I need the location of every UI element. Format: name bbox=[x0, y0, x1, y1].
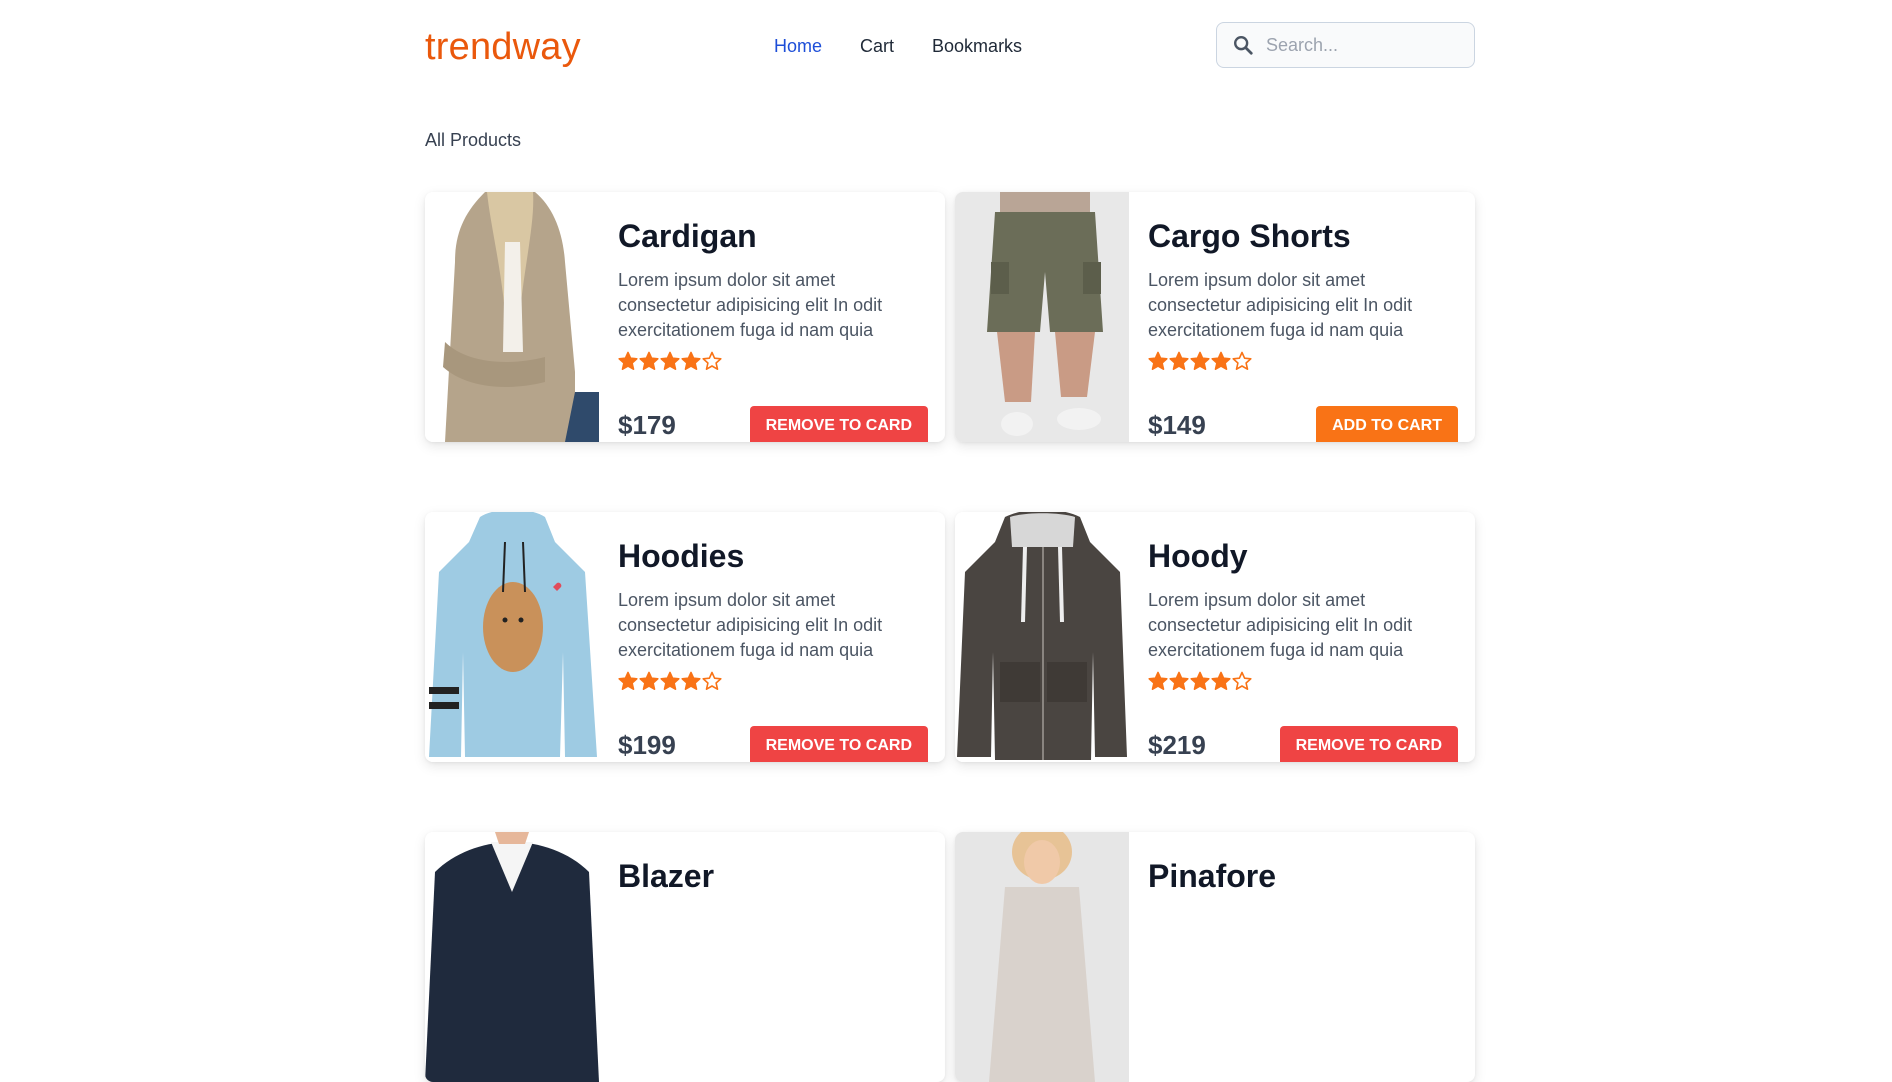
search-input[interactable] bbox=[1264, 33, 1458, 57]
star-filled-icon bbox=[618, 351, 638, 370]
star-filled-icon bbox=[1211, 351, 1231, 370]
nav-cart[interactable]: Cart bbox=[860, 36, 894, 57]
rating-stars bbox=[618, 671, 928, 693]
product-name[interactable]: Hoody bbox=[1148, 536, 1458, 576]
product-name[interactable]: Cardigan bbox=[618, 216, 928, 256]
star-filled-icon bbox=[639, 351, 659, 370]
product-name[interactable]: Blazer bbox=[618, 856, 928, 896]
product-description: Lorem ipsum dolor sit amet consectetur a… bbox=[618, 270, 883, 340]
search-icon bbox=[1234, 36, 1253, 55]
product-image-blazer[interactable] bbox=[425, 832, 599, 1082]
product-image-hoodies[interactable] bbox=[425, 512, 599, 762]
rating-stars bbox=[1148, 671, 1458, 693]
product-description: Lorem ipsum dolor sit amet consectetur a… bbox=[1148, 590, 1413, 660]
star-empty-icon bbox=[1232, 671, 1252, 690]
product-info: Pinafore bbox=[1148, 856, 1458, 896]
price-row: $179 REMOVE TO CARD bbox=[618, 406, 928, 442]
remove-from-cart-button[interactable]: REMOVE TO CARD bbox=[749, 406, 928, 442]
section-title: All Products bbox=[425, 130, 522, 150]
nav-home[interactable]: Home bbox=[774, 36, 822, 57]
page: trendway Home Cart Bookmarks All Product… bbox=[0, 0, 1892, 1082]
star-empty-icon bbox=[1232, 351, 1252, 370]
product-info: Cardigan Lorem ipsum dolor sit amet cons… bbox=[618, 216, 928, 442]
product-description: Lorem ipsum dolor sit amet consectetur a… bbox=[618, 590, 883, 660]
product-image-cargo-shorts[interactable] bbox=[955, 192, 1129, 442]
remove-from-cart-button[interactable]: REMOVE TO CARD bbox=[749, 726, 928, 762]
product-description: Lorem ipsum dolor sit amet consectetur a… bbox=[1148, 270, 1413, 340]
product-name[interactable]: Cargo Shorts bbox=[1148, 216, 1458, 256]
star-filled-icon bbox=[1148, 671, 1168, 690]
star-filled-icon bbox=[681, 671, 701, 690]
product-image-pinafore[interactable] bbox=[955, 832, 1129, 1082]
product-image-cardigan[interactable] bbox=[425, 192, 599, 442]
product-card[interactable]: Cargo Shorts Lorem ipsum dolor sit amet … bbox=[955, 192, 1475, 442]
star-filled-icon bbox=[660, 351, 680, 370]
add-to-cart-button[interactable]: ADD TO CART bbox=[1316, 406, 1458, 442]
product-card[interactable]: Hoodies Lorem ipsum dolor sit amet conse… bbox=[425, 512, 945, 762]
star-empty-icon bbox=[702, 671, 722, 690]
product-price: $219 bbox=[1148, 730, 1206, 760]
main-nav: Home Cart Bookmarks bbox=[774, 36, 1060, 57]
product-name[interactable]: Pinafore bbox=[1148, 856, 1458, 896]
product-card[interactable]: Blazer bbox=[425, 832, 945, 1082]
star-filled-icon bbox=[1148, 351, 1168, 370]
star-filled-icon bbox=[681, 351, 701, 370]
star-empty-icon bbox=[702, 351, 722, 370]
product-info: Blazer bbox=[618, 856, 928, 896]
star-filled-icon bbox=[1169, 671, 1189, 690]
star-filled-icon bbox=[1211, 671, 1231, 690]
star-filled-icon bbox=[1190, 671, 1210, 690]
star-filled-icon bbox=[1190, 351, 1210, 370]
product-info: Hoodies Lorem ipsum dolor sit amet conse… bbox=[618, 536, 928, 762]
product-card[interactable]: Cardigan Lorem ipsum dolor sit amet cons… bbox=[425, 192, 945, 442]
remove-from-cart-button[interactable]: REMOVE TO CARD bbox=[1279, 726, 1458, 762]
price-row: $219 REMOVE TO CARD bbox=[1148, 726, 1458, 762]
product-price: $179 bbox=[618, 410, 676, 440]
rating-stars bbox=[618, 351, 928, 373]
product-price: $149 bbox=[1148, 410, 1206, 440]
star-filled-icon bbox=[639, 671, 659, 690]
product-info: Hoody Lorem ipsum dolor sit amet consect… bbox=[1148, 536, 1458, 762]
product-info: Cargo Shorts Lorem ipsum dolor sit amet … bbox=[1148, 216, 1458, 442]
star-filled-icon bbox=[618, 671, 638, 690]
search-box[interactable] bbox=[1216, 22, 1475, 68]
product-image-hoody[interactable] bbox=[955, 512, 1129, 762]
star-filled-icon bbox=[1169, 351, 1189, 370]
rating-stars bbox=[1148, 351, 1458, 373]
nav-bookmarks[interactable]: Bookmarks bbox=[932, 36, 1022, 57]
price-row: $199 REMOVE TO CARD bbox=[618, 726, 928, 762]
star-filled-icon bbox=[660, 671, 680, 690]
product-card[interactable]: Hoody Lorem ipsum dolor sit amet consect… bbox=[955, 512, 1475, 762]
product-card[interactable]: Pinafore bbox=[955, 832, 1475, 1082]
brand-logo[interactable]: trendway bbox=[425, 26, 581, 69]
product-name[interactable]: Hoodies bbox=[618, 536, 928, 576]
product-price: $199 bbox=[618, 730, 676, 760]
price-row: $149 ADD TO CART bbox=[1148, 406, 1458, 442]
top-header: trendway Home Cart Bookmarks bbox=[425, 22, 1475, 70]
